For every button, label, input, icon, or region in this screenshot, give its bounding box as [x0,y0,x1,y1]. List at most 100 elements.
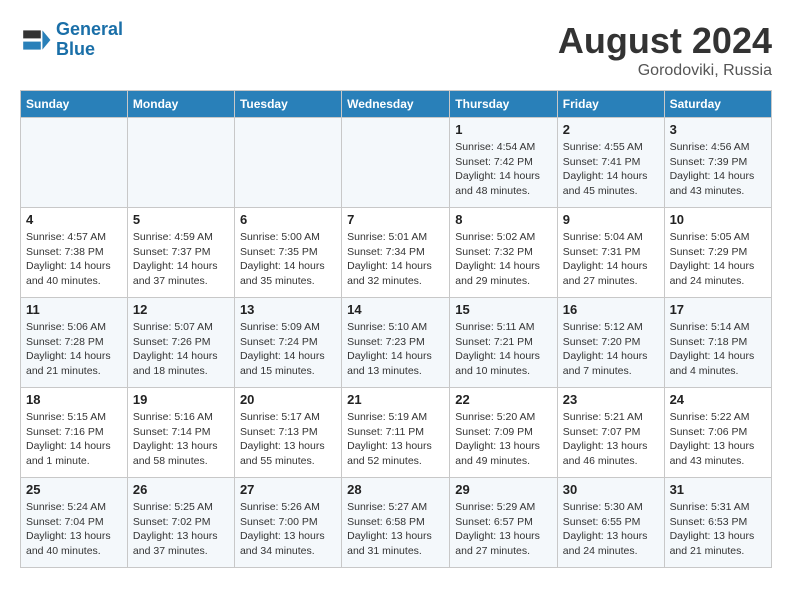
day-number: 23 [563,392,659,407]
weekday-header-monday: Monday [127,91,234,118]
day-number: 11 [26,302,122,317]
day-number: 14 [347,302,444,317]
title-block: August 2024 Gorodoviki, Russia [558,20,772,80]
day-info: Sunrise: 5:31 AMSunset: 6:53 PMDaylight:… [670,500,766,559]
day-info: Sunrise: 5:30 AMSunset: 6:55 PMDaylight:… [563,500,659,559]
calendar-cell: 17Sunrise: 5:14 AMSunset: 7:18 PMDayligh… [664,298,771,388]
calendar-cell: 24 Sunrise: 5:22 AMSunset: 7:06 PMDayligh… [664,388,771,478]
day-info: Sunrise: 4:55 AMSunset: 7:41 PMDaylight:… [563,140,659,199]
page-header: General Blue August 2024 Gorodoviki, Rus… [20,20,772,80]
day-number: 19 [133,392,229,407]
calendar-cell: 15Sunrise: 5:11 AMSunset: 7:21 PMDayligh… [450,298,558,388]
calendar-week-3: 11 Sunrise: 5:06 AMSunset: 7:28 PMDayligh… [21,298,772,388]
day-number: 8 [455,212,552,227]
day-number: 30 [563,482,659,497]
day-info: Sunrise: 5:14 AMSunset: 7:18 PMDaylight:… [670,320,766,379]
calendar-cell: 8 Sunrise: 5:02 AMSunset: 7:32 PMDaylight… [450,208,558,298]
calendar-body: 1 Sunrise: 4:54 AMSunset: 7:42 PMDaylight… [21,118,772,568]
calendar-cell: 31 Sunrise: 5:31 AMSunset: 6:53 PMDayligh… [664,478,771,568]
calendar-cell: 20 Sunrise: 5:17 AMSunset: 7:13 PMDayligh… [234,388,341,478]
calendar-cell [21,118,128,208]
calendar-table: SundayMondayTuesdayWednesdayThursdayFrid… [20,90,772,568]
day-number: 13 [240,302,336,317]
calendar-cell: 12Sunrise: 5:07 AMSunset: 7:26 PMDayligh… [127,298,234,388]
calendar-cell [127,118,234,208]
calendar-week-4: 18 Sunrise: 5:15 AMSunset: 7:16 PMDayligh… [21,388,772,478]
day-number: 31 [670,482,766,497]
weekday-header-wednesday: Wednesday [342,91,450,118]
calendar-cell: 14 Sunrise: 5:10 AMSunset: 7:23 PMDayligh… [342,298,450,388]
day-number: 6 [240,212,336,227]
calendar-header: SundayMondayTuesdayWednesdayThursdayFrid… [21,91,772,118]
weekday-header-friday: Friday [557,91,664,118]
calendar-cell: 22 Sunrise: 5:20 AMSunset: 7:09 PMDayligh… [450,388,558,478]
day-info: Sunrise: 5:24 AMSunset: 7:04 PMDaylight:… [26,500,122,559]
day-info: Sunrise: 5:10 AMSunset: 7:23 PMDaylight:… [347,320,444,379]
day-number: 21 [347,392,444,407]
day-number: 10 [670,212,766,227]
calendar-cell: 18 Sunrise: 5:15 AMSunset: 7:16 PMDayligh… [21,388,128,478]
calendar-week-2: 4 Sunrise: 4:57 AMSunset: 7:38 PMDaylight… [21,208,772,298]
day-info: Sunrise: 4:57 AMSunset: 7:38 PMDaylight:… [26,230,122,289]
logo-general: General [56,19,123,39]
calendar-cell [342,118,450,208]
day-number: 3 [670,122,766,137]
day-info: Sunrise: 5:25 AMSunset: 7:02 PMDaylight:… [133,500,229,559]
logo: General Blue [20,20,123,60]
day-number: 4 [26,212,122,227]
weekday-header-sunday: Sunday [21,91,128,118]
calendar-cell: 21 Sunrise: 5:19 AMSunset: 7:11 PMDayligh… [342,388,450,478]
calendar-cell: 27Sunrise: 5:26 AMSunset: 7:00 PMDayligh… [234,478,341,568]
day-number: 18 [26,392,122,407]
day-number: 2 [563,122,659,137]
day-info: Sunrise: 4:59 AMSunset: 7:37 PMDaylight:… [133,230,229,289]
day-info: Sunrise: 5:02 AMSunset: 7:32 PMDaylight:… [455,230,552,289]
day-number: 1 [455,122,552,137]
day-info: Sunrise: 5:11 AMSunset: 7:21 PMDaylight:… [455,320,552,379]
day-info: Sunrise: 5:12 AMSunset: 7:20 PMDaylight:… [563,320,659,379]
day-info: Sunrise: 5:15 AMSunset: 7:16 PMDaylight:… [26,410,122,469]
day-info: Sunrise: 5:20 AMSunset: 7:09 PMDaylight:… [455,410,552,469]
day-info: Sunrise: 5:19 AMSunset: 7:11 PMDaylight:… [347,410,444,469]
day-info: Sunrise: 4:54 AMSunset: 7:42 PMDaylight:… [455,140,552,199]
day-number: 7 [347,212,444,227]
day-info: Sunrise: 5:26 AMSunset: 7:00 PMDaylight:… [240,500,336,559]
calendar-cell: 13Sunrise: 5:09 AMSunset: 7:24 PMDayligh… [234,298,341,388]
day-number: 28 [347,482,444,497]
day-info: Sunrise: 5:06 AMSunset: 7:28 PMDaylight:… [26,320,122,379]
day-info: Sunrise: 5:01 AMSunset: 7:34 PMDaylight:… [347,230,444,289]
day-info: Sunrise: 5:17 AMSunset: 7:13 PMDaylight:… [240,410,336,469]
day-number: 25 [26,482,122,497]
logo-text: General Blue [56,20,123,60]
calendar-week-5: 25 Sunrise: 5:24 AMSunset: 7:04 PMDayligh… [21,478,772,568]
calendar-cell: 30 Sunrise: 5:30 AMSunset: 6:55 PMDayligh… [557,478,664,568]
calendar-week-1: 1 Sunrise: 4:54 AMSunset: 7:42 PMDaylight… [21,118,772,208]
logo-blue: Blue [56,39,95,59]
day-number: 20 [240,392,336,407]
day-number: 22 [455,392,552,407]
calendar-cell [234,118,341,208]
day-number: 12 [133,302,229,317]
calendar-cell: 9Sunrise: 5:04 AMSunset: 7:31 PMDaylight… [557,208,664,298]
calendar-cell: 29 Sunrise: 5:29 AMSunset: 6:57 PMDayligh… [450,478,558,568]
calendar-cell: 7 Sunrise: 5:01 AMSunset: 7:34 PMDaylight… [342,208,450,298]
weekday-header-tuesday: Tuesday [234,91,341,118]
day-number: 29 [455,482,552,497]
calendar-cell: 11 Sunrise: 5:06 AMSunset: 7:28 PMDayligh… [21,298,128,388]
calendar-cell: 3Sunrise: 4:56 AMSunset: 7:39 PMDaylight… [664,118,771,208]
calendar-cell: 2 Sunrise: 4:55 AMSunset: 7:41 PMDaylight… [557,118,664,208]
location: Gorodoviki, Russia [558,62,772,80]
calendar-cell: 5 Sunrise: 4:59 AMSunset: 7:37 PMDaylight… [127,208,234,298]
day-info: Sunrise: 5:00 AMSunset: 7:35 PMDaylight:… [240,230,336,289]
day-info: Sunrise: 5:29 AMSunset: 6:57 PMDaylight:… [455,500,552,559]
day-number: 9 [563,212,659,227]
day-info: Sunrise: 5:05 AMSunset: 7:29 PMDaylight:… [670,230,766,289]
logo-icon [20,24,52,56]
calendar-cell: 26Sunrise: 5:25 AMSunset: 7:02 PMDayligh… [127,478,234,568]
day-number: 24 [670,392,766,407]
calendar-cell: 23 Sunrise: 5:21 AMSunset: 7:07 PMDayligh… [557,388,664,478]
day-number: 5 [133,212,229,227]
day-info: Sunrise: 5:21 AMSunset: 7:07 PMDaylight:… [563,410,659,469]
day-number: 16 [563,302,659,317]
day-info: Sunrise: 5:22 AMSunset: 7:06 PMDaylight:… [670,410,766,469]
